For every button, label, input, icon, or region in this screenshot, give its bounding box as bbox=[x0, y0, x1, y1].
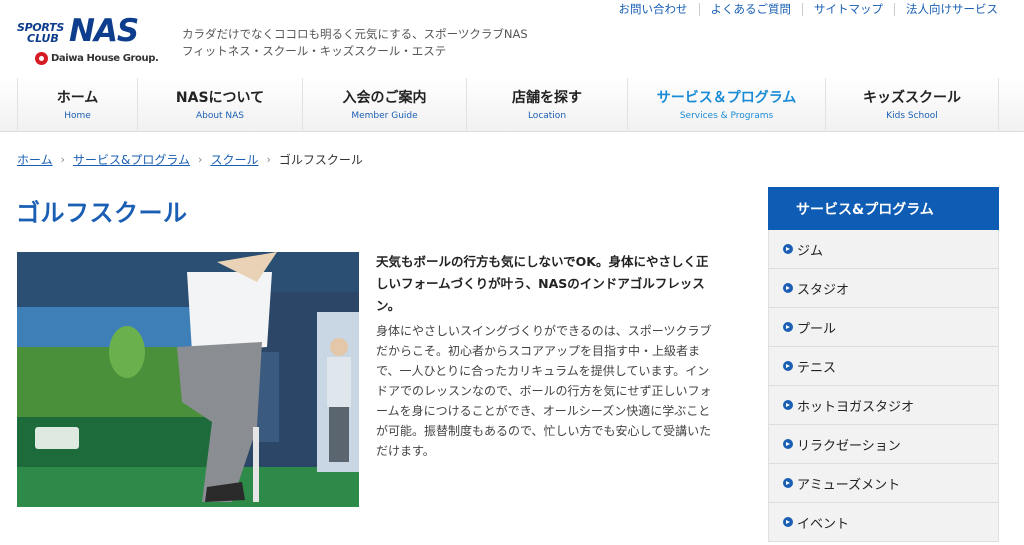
global-nav: ホーム Home NASについて About NAS 入会のご案内 Member… bbox=[0, 78, 1024, 132]
nav-label-jp: NASについて bbox=[175, 89, 265, 106]
daiwa-house-group-text: Daiwa House Group. bbox=[51, 53, 159, 64]
nav-item-services[interactable]: サービス＆プログラム Services & Programs bbox=[627, 78, 825, 132]
sidebar-item-relaxation[interactable]: リラクゼーション bbox=[769, 425, 998, 464]
sidebar-item-label: ジム bbox=[797, 243, 824, 259]
util-link-contact[interactable]: お問い合わせ bbox=[608, 2, 699, 16]
circle-arrow-icon bbox=[783, 400, 793, 410]
util-link-corporate[interactable]: 法人向けサービス bbox=[895, 2, 998, 16]
daiwa-house-mark-icon bbox=[35, 52, 48, 65]
body-text: 身体にやさしいスイングづくりができるのは、スポーツクラブだからこそ。初心者からス… bbox=[376, 324, 712, 458]
breadcrumb-link-school[interactable]: スクール bbox=[210, 151, 258, 168]
nav-label-en: Kids School bbox=[886, 110, 938, 121]
sidebar-item-label: テニス bbox=[797, 360, 837, 376]
site-header: SPORTS CLUB NAS Daiwa House Group. カラダだけ… bbox=[0, 0, 1024, 76]
sidebar-item-label: スタジオ bbox=[797, 282, 850, 298]
circle-arrow-icon bbox=[783, 244, 793, 254]
sidebar-item-gym[interactable]: ジム bbox=[769, 230, 998, 269]
circle-arrow-icon bbox=[783, 439, 793, 449]
breadcrumb-link-home[interactable]: ホーム bbox=[17, 151, 53, 168]
circle-arrow-icon bbox=[783, 322, 793, 332]
circle-arrow-icon bbox=[783, 517, 793, 527]
sidebar-item-label: プール bbox=[797, 321, 837, 337]
nav-label-en: Location bbox=[527, 110, 567, 121]
sports-club-nas-logo[interactable]: SPORTS CLUB NAS Daiwa House Group. bbox=[17, 16, 165, 68]
sidebar-item-label: イベント bbox=[797, 516, 850, 532]
sidebar-item-label: リラクゼーション bbox=[797, 438, 901, 454]
page-title: ゴルフスクール bbox=[16, 199, 188, 227]
nav-label-en: About NAS bbox=[195, 110, 245, 121]
sidebar-list: ジム スタジオ プール テニス ホットヨガスタジオ リラクゼーション アミューズ… bbox=[768, 230, 999, 542]
breadcrumb: ホーム › サービス&プログラム › スクール › ゴルフスクール bbox=[17, 151, 363, 168]
chevron-right-icon: › bbox=[266, 153, 271, 166]
nav-item-about[interactable]: NASについて About NAS bbox=[137, 78, 302, 132]
circle-arrow-icon bbox=[783, 361, 793, 371]
circle-arrow-icon bbox=[783, 283, 793, 293]
sidebar-item-label: アミューズメント bbox=[797, 477, 901, 493]
golf-lesson-illustration bbox=[17, 252, 359, 507]
golf-lesson-photo bbox=[17, 252, 359, 507]
sidebar-item-pool[interactable]: プール bbox=[769, 308, 998, 347]
nav-label-en: Services & Programs bbox=[679, 110, 774, 121]
circle-arrow-icon bbox=[783, 478, 793, 488]
chevron-right-icon: › bbox=[60, 153, 66, 166]
nav-item-location[interactable]: 店舗を探す Location bbox=[466, 78, 627, 132]
util-link-sitemap[interactable]: サイトマップ bbox=[803, 2, 894, 16]
tagline-line-1: カラダだけでなくココロも明るく元気にする、スポーツクラブNAS bbox=[182, 27, 528, 41]
sidebar-item-tennis[interactable]: テニス bbox=[769, 347, 998, 386]
sidebar-item-event[interactable]: イベント bbox=[769, 503, 998, 542]
site-tagline: カラダだけでなくココロも明るく元気にする、スポーツクラブNAS フィットネス・ス… bbox=[182, 26, 528, 60]
lead-text: 天気もボールの行方も気にしないでOK。身体にやさしく正しいフォームづくりが叶う、… bbox=[376, 254, 709, 313]
tagline-line-2: フィットネス・スクール・キッズスクール・エステ bbox=[182, 44, 447, 58]
nav-item-member-guide[interactable]: 入会のご案内 Member Guide bbox=[302, 78, 466, 132]
nav-label-jp: 店舗を探す bbox=[512, 89, 582, 106]
sidebar-item-hot-yoga[interactable]: ホットヨガスタジオ bbox=[769, 386, 998, 425]
nav-label-jp: 入会のご案内 bbox=[342, 89, 427, 106]
nav-label-jp: ホーム bbox=[56, 89, 99, 106]
util-link-faq[interactable]: よくあるご質問 bbox=[700, 2, 803, 16]
sidebar-item-studio[interactable]: スタジオ bbox=[769, 269, 998, 308]
breadcrumb-link-services[interactable]: サービス&プログラム bbox=[73, 151, 190, 168]
sidebar-item-amusement[interactable]: アミューズメント bbox=[769, 464, 998, 503]
nav-item-kids-school[interactable]: キッズスクール Kids School bbox=[825, 78, 999, 132]
chevron-right-icon: › bbox=[198, 153, 203, 166]
nav-label-jp: サービス＆プログラム bbox=[656, 89, 797, 106]
nav-label-en: Home bbox=[64, 110, 91, 121]
sidebar-heading[interactable]: サービス&プログラム bbox=[768, 187, 999, 230]
sidebar-services: サービス&プログラム ジム スタジオ プール テニス ホットヨガスタジオ リラク… bbox=[768, 187, 999, 542]
nav-item-home[interactable]: ホーム Home bbox=[17, 78, 137, 132]
sidebar-item-label: ホットヨガスタジオ bbox=[797, 399, 915, 415]
breadcrumb-current: ゴルフスクール bbox=[278, 153, 363, 167]
logo-club-text: CLUB bbox=[27, 32, 59, 45]
nav-label-jp: キッズスクール bbox=[863, 89, 961, 106]
nav-label-en: Member Guide bbox=[351, 110, 418, 121]
logo-nas-text: NAS bbox=[69, 13, 139, 49]
utility-nav: お問い合わせ よくあるご質問 サイトマップ 法人向けサービス bbox=[608, 2, 999, 16]
